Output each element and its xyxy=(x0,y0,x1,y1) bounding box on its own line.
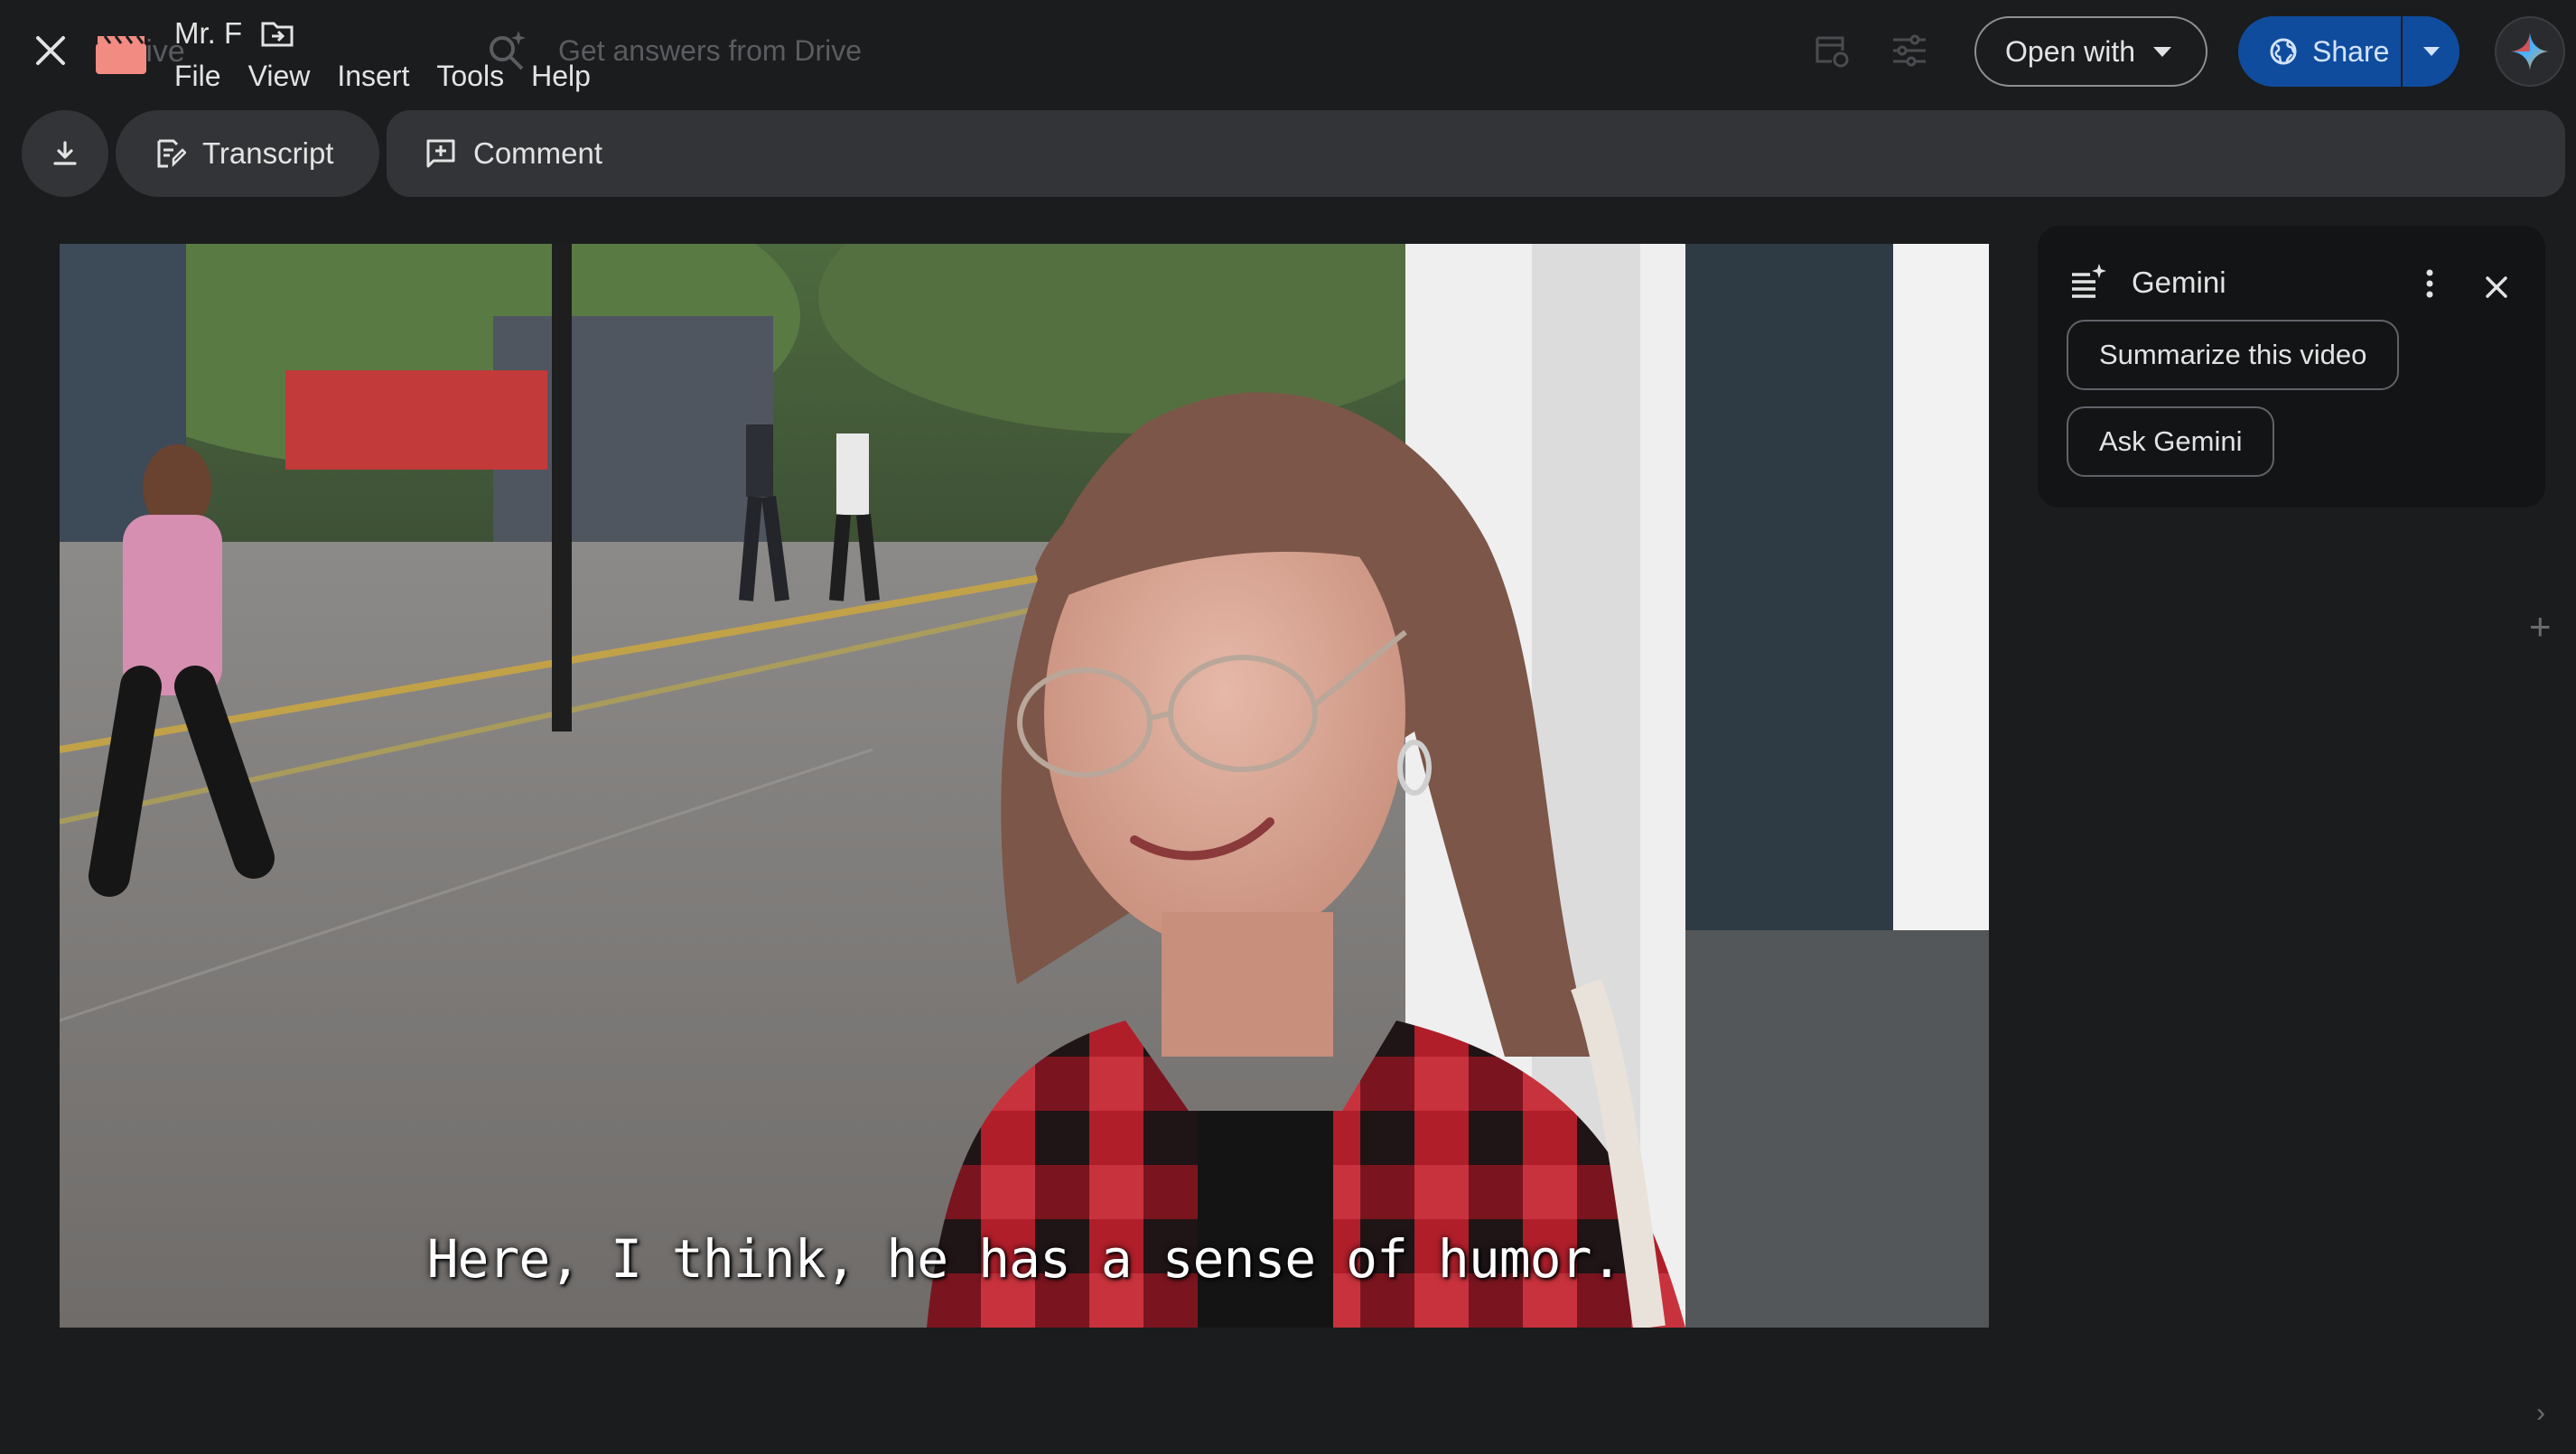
video-caption: Here, I think, he has a sense of humor. xyxy=(426,1228,1623,1290)
close-icon[interactable] xyxy=(27,27,74,74)
chevron-down-icon xyxy=(2422,47,2440,56)
top-bar: rive Get answers from Drive Mr. F File V… xyxy=(0,0,2576,107)
add-comment-icon xyxy=(426,139,455,168)
open-with-button[interactable]: Open with xyxy=(1974,16,2207,87)
download-icon xyxy=(53,141,77,165)
transcript-button[interactable]: Transcript xyxy=(116,110,379,197)
chevron-right-icon: › xyxy=(2536,1398,2545,1428)
comment-button[interactable]: Comment xyxy=(387,110,658,197)
globe-icon xyxy=(2270,38,2297,65)
menu-help[interactable]: Help xyxy=(531,60,591,93)
gemini-spark-icon xyxy=(2511,33,2549,70)
gemini-summary-icon xyxy=(2072,264,2106,298)
transcript-label: Transcript xyxy=(202,136,334,170)
open-with-label: Open with xyxy=(2005,34,2136,68)
toolbar-background xyxy=(387,110,2565,197)
chevron-down-icon xyxy=(2153,46,2172,57)
share-button[interactable]: Share xyxy=(2238,16,2401,87)
close-icon[interactable] xyxy=(2480,271,2513,303)
menu-view[interactable]: View xyxy=(248,60,311,93)
add-icon: + xyxy=(2529,605,2552,648)
menu-insert[interactable]: Insert xyxy=(337,60,409,93)
search-spark-icon xyxy=(490,31,526,70)
comment-label: Comment xyxy=(473,136,603,170)
document-title[interactable]: Mr. F xyxy=(174,16,242,51)
gemini-panel: Gemini Summarize this video Ask Gemini xyxy=(2038,226,2545,508)
more-vert-icon[interactable] xyxy=(2412,266,2448,302)
offline-status-icon xyxy=(1815,36,1849,68)
share-label: Share xyxy=(2312,34,2390,68)
adjust-icon xyxy=(1893,34,1926,67)
ask-gemini-chip[interactable]: Ask Gemini xyxy=(2067,406,2275,477)
video-frame xyxy=(60,244,1989,1328)
video-player[interactable]: Here, I think, he has a sense of humor. xyxy=(60,244,1989,1328)
download-button[interactable] xyxy=(22,110,108,197)
share-dropdown-button[interactable] xyxy=(2403,16,2459,87)
video-file-icon xyxy=(96,35,146,74)
transcript-icon xyxy=(157,139,186,168)
gemini-button[interactable] xyxy=(2495,16,2565,87)
summarize-video-chip[interactable]: Summarize this video xyxy=(2067,320,2400,390)
menu-file[interactable]: File xyxy=(174,60,221,93)
gemini-panel-title: Gemini xyxy=(2132,266,2226,299)
move-to-folder-icon[interactable] xyxy=(260,20,294,49)
menu-bar: File View Insert Tools Help xyxy=(174,60,618,93)
share-button-group: Share xyxy=(2238,16,2459,87)
